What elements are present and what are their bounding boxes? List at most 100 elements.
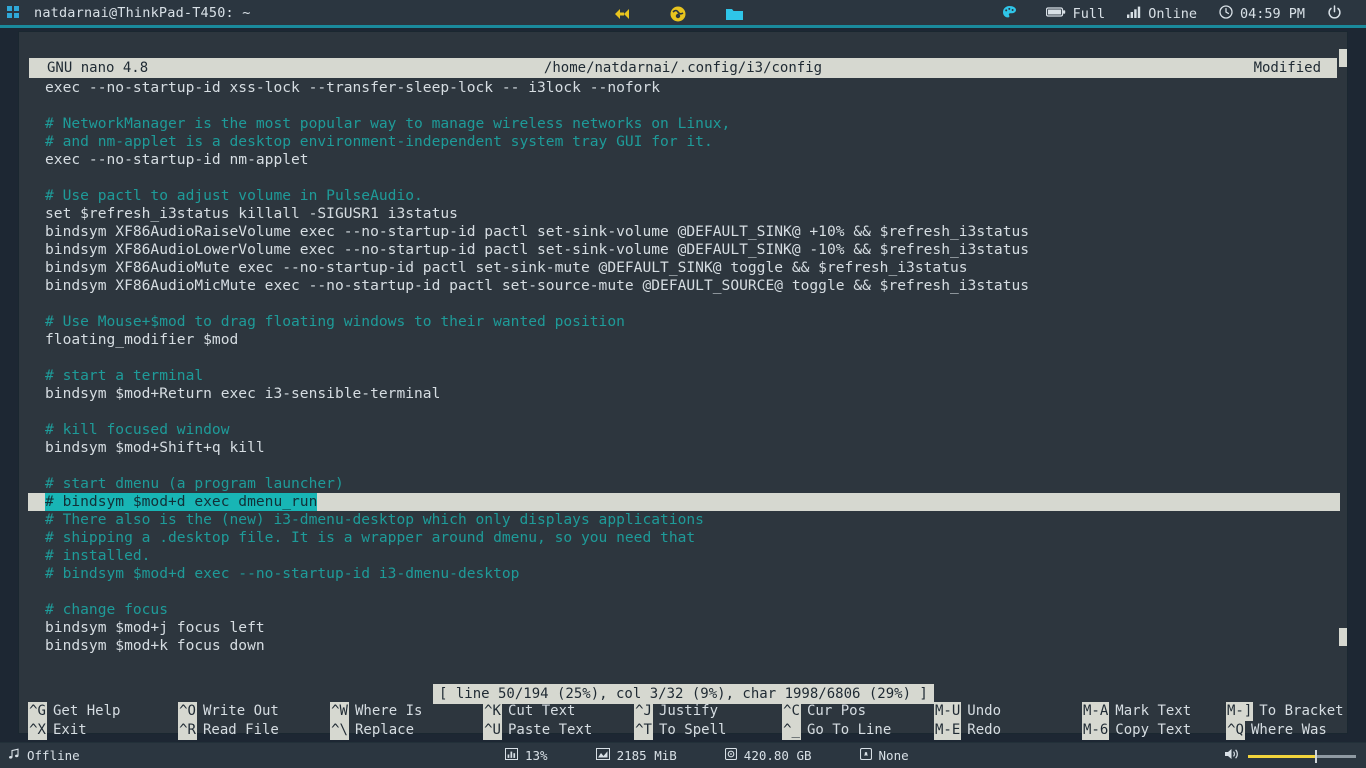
editor-line[interactable]: bindsym XF86AudioMicMute exec --no-start… — [28, 277, 1340, 295]
shortcut-label: Paste Text — [508, 722, 593, 738]
speaker-icon[interactable] — [1224, 747, 1240, 764]
shortcut-column: ^G Get Help ^X Exit — [28, 702, 178, 740]
editor-line-comment[interactable]: # bindsym $mod+d exec --no-startup-id i3… — [28, 565, 1340, 583]
editor-line-comment[interactable]: # start dmenu (a program launcher) — [28, 475, 1340, 493]
editor-line[interactable]: bindsym XF86AudioMute exec --no-startup-… — [28, 259, 1340, 277]
music-status-label: Offline — [27, 748, 80, 763]
memory-metric[interactable]: 2185 MiB — [595, 748, 677, 763]
editor-line-comment[interactable]: # Use pactl to adjust volume in PulseAud… — [28, 187, 1340, 205]
signal-bars-icon — [1127, 6, 1141, 22]
editor-line[interactable]: bindsym $mod+j focus left — [28, 619, 1340, 637]
volume-control[interactable] — [1224, 747, 1356, 764]
shortcut-key: ^W — [330, 702, 349, 721]
shortcut-mark-text[interactable]: M-A Mark Text — [1082, 702, 1226, 721]
tray-palette[interactable] — [991, 5, 1035, 24]
shortcut-justify[interactable]: ^J Justify — [634, 702, 782, 721]
nano-filepath: /home/natdarnai/.config/i3/config — [543, 60, 823, 76]
editor-line[interactable]: bindsym $mod+Return exec i3-sensible-ter… — [28, 385, 1340, 403]
shortcut-cur-pos[interactable]: ^C Cur Pos — [782, 702, 934, 721]
shortcut-write-out[interactable]: ^O Write Out — [178, 702, 330, 721]
shortcut-replace[interactable]: ^\ Replace — [330, 721, 483, 740]
editor-line-comment[interactable]: # NetworkManager is the most popular way… — [28, 115, 1340, 133]
shortcut-label: To Bracket — [1259, 703, 1344, 719]
shortcut-key: ^T — [634, 721, 653, 740]
editor-line-comment[interactable]: # kill focused window — [28, 421, 1340, 439]
editor-line[interactable]: bindsym XF86AudioRaiseVolume exec --no-s… — [28, 223, 1340, 241]
editor-line[interactable] — [28, 97, 1340, 115]
shortcut-read-file[interactable]: ^R Read File — [178, 721, 330, 740]
memory-graph-icon — [595, 748, 610, 763]
volume-slider[interactable] — [1248, 749, 1356, 763]
editor-line-comment[interactable]: # change focus — [28, 601, 1340, 619]
editor-line[interactable] — [28, 403, 1340, 421]
disk-metric[interactable]: 420.80 GB — [724, 747, 812, 763]
shortcut-where-was[interactable]: ^Q Where Was — [1226, 721, 1358, 740]
editor-line[interactable] — [28, 295, 1340, 313]
shortcut-exit[interactable]: ^X Exit — [28, 721, 178, 740]
shortcut-column: M-U Undo M-E Redo — [934, 702, 1082, 740]
editor-line-comment[interactable]: # Use Mouse+$mod to drag floating window… — [28, 313, 1340, 331]
shortcut-cut-text[interactable]: ^K Cut Text — [483, 702, 634, 721]
editor-line[interactable]: set $refresh_i3status killall -SIGUSR1 i… — [28, 205, 1340, 223]
shortcut-to-spell[interactable]: ^T To Spell — [634, 721, 782, 740]
editor-line[interactable]: exec --no-startup-id xss-lock --transfer… — [28, 79, 1340, 97]
scroll-mark-top — [1339, 49, 1347, 67]
editor-line[interactable] — [28, 349, 1340, 367]
shortcut-key: ^K — [483, 702, 502, 721]
shortcut-to-bracket[interactable]: M-] To Bracket — [1226, 702, 1358, 721]
shortcut-where-is[interactable]: ^W Where Is — [330, 702, 483, 721]
shortcut-key: ^R — [178, 721, 197, 740]
tray-clock-label: 04:59 PM — [1239, 6, 1305, 22]
browser-globe-icon[interactable] — [668, 4, 688, 24]
shortcut-redo[interactable]: M-E Redo — [934, 721, 1082, 740]
shortcut-label: Go To Line — [807, 722, 892, 738]
shortcut-go-to-line[interactable]: ^_ Go To Line — [782, 721, 934, 740]
editor-line-comment[interactable]: # There also is the (new) i3-dmenu-deskt… — [28, 511, 1340, 529]
app-grid-icon[interactable] — [0, 0, 26, 27]
shortcut-undo[interactable]: M-U Undo — [934, 702, 1082, 721]
shortcut-key: ^X — [28, 721, 47, 740]
system-tray: Full Online 04:59 PM — [991, 0, 1360, 28]
editor-line-comment[interactable]: # and nm-applet is a desktop environment… — [28, 133, 1340, 151]
volume-slider-knob[interactable] — [1315, 749, 1317, 763]
editor-line[interactable]: exec --no-startup-id nm-applet — [28, 151, 1340, 169]
editor-line-selected[interactable]: # bindsym $mod+d exec dmenu_run — [28, 493, 1340, 511]
shortcut-copy-text[interactable]: M-6 Copy Text — [1082, 721, 1226, 740]
shortcut-label: Where Is — [355, 703, 423, 719]
shortcut-key: M-U — [934, 702, 962, 721]
editor-text-area[interactable]: exec --no-startup-id xss-lock --transfer… — [28, 79, 1340, 654]
shortcut-column: M-A Mark Text M-6 Copy Text — [1082, 702, 1226, 740]
editor-line[interactable]: bindsym XF86AudioLowerVolume exec --no-s… — [28, 241, 1340, 259]
code-editor-icon[interactable] — [612, 4, 632, 24]
nano-editor-window[interactable]: GNU nano 4.8 /home/natdarnai/.config/i3/… — [18, 31, 1348, 740]
tray-battery[interactable]: Full — [1035, 6, 1117, 22]
editor-line-comment[interactable]: # start a terminal — [28, 367, 1340, 385]
editor-line[interactable]: bindsym $mod+k focus down — [28, 637, 1340, 655]
cpu-metric[interactable]: 13% — [505, 748, 548, 763]
shortcut-column: ^K Cut Text ^U Paste Text — [483, 702, 634, 740]
shortcut-label: Copy Text — [1115, 722, 1192, 738]
file-manager-icon[interactable] — [724, 4, 744, 24]
shortcut-key: ^Q — [1226, 721, 1245, 740]
editor-line[interactable]: floating_modifier $mod — [28, 331, 1340, 349]
shortcut-column: ^O Write Out ^R Read File — [178, 702, 330, 740]
shortcut-key: M-E — [934, 721, 962, 740]
battery-icon — [1045, 6, 1066, 22]
tray-network[interactable]: Online — [1116, 6, 1208, 22]
shortcut-key: M-] — [1226, 702, 1254, 721]
tray-power[interactable] — [1316, 4, 1360, 24]
shortcut-get-help[interactable]: ^G Get Help — [28, 702, 178, 721]
music-note-icon — [8, 748, 20, 763]
notifications-metric[interactable]: None — [859, 747, 909, 763]
editor-line[interactable] — [28, 169, 1340, 187]
tray-clock[interactable]: 04:59 PM — [1208, 5, 1316, 23]
editor-line-comment[interactable]: # installed. — [28, 547, 1340, 565]
shortcut-key: ^C — [782, 702, 801, 721]
editor-line[interactable]: bindsym $mod+Shift+q kill — [28, 439, 1340, 457]
shortcut-paste-text[interactable]: ^U Paste Text — [483, 721, 634, 740]
editor-line[interactable] — [28, 457, 1340, 475]
editor-line[interactable] — [28, 583, 1340, 601]
window-title: natdarnai@ThinkPad-T450: ~ — [34, 4, 251, 21]
music-status[interactable]: Offline — [8, 748, 80, 763]
editor-line-comment[interactable]: # shipping a .desktop file. It is a wrap… — [28, 529, 1340, 547]
